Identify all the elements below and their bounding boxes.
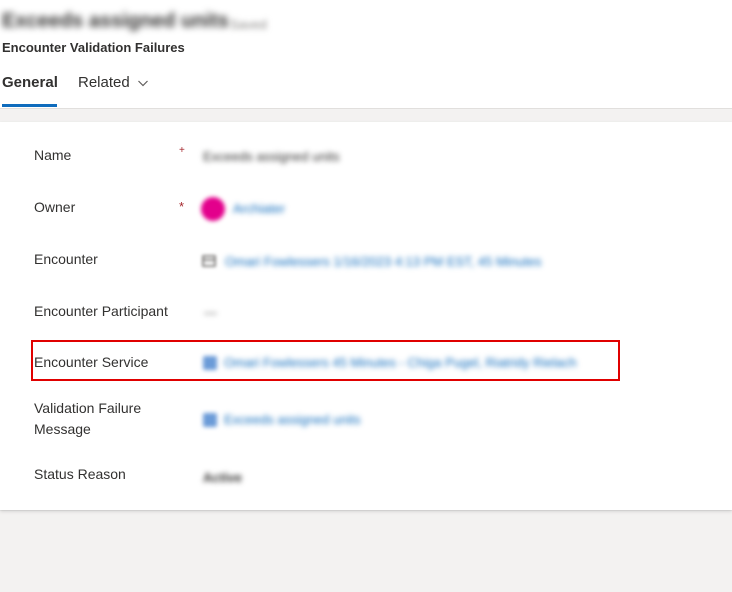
encounter-link[interactable]: Omari Fowlessers 1/16/2023 4:13 PM EST, …: [225, 254, 541, 269]
owner-label: Owner: [34, 199, 76, 215]
status-reason-field[interactable]: Active: [203, 470, 242, 485]
validation-failure-message-label: Validation Failure Message: [34, 400, 142, 437]
tab-related[interactable]: Related: [78, 74, 130, 91]
avatar: [201, 197, 225, 221]
encounter-participant-field[interactable]: ---: [204, 305, 217, 320]
name-label: Name: [34, 147, 72, 163]
encounter-participant-label: Encounter Participant: [34, 303, 168, 319]
validation-failure-message-link[interactable]: Exceeds assigned units: [224, 412, 361, 427]
encounter-icon: [202, 255, 216, 267]
form-header: Exceeds assigned units - Saved Encounter…: [0, 0, 732, 109]
entity-name: Encounter Validation Failures: [2, 40, 185, 55]
owner-link[interactable]: Archiater: [233, 201, 285, 216]
name-field[interactable]: Exceeds assigned units: [203, 149, 340, 164]
required-marker: +: [179, 145, 185, 156]
required-marker: *: [179, 199, 185, 214]
save-status: - Saved: [222, 17, 267, 32]
encounter-label: Encounter: [34, 251, 98, 267]
status-reason-label: Status Reason: [34, 466, 126, 482]
lookup-icon: [203, 413, 217, 427]
chevron-down-icon[interactable]: [137, 77, 149, 89]
highlight-box: [31, 340, 620, 381]
tab-general[interactable]: General: [2, 74, 58, 91]
record-title: Exceeds assigned units: [2, 10, 229, 32]
active-tab-indicator: [2, 104, 57, 107]
